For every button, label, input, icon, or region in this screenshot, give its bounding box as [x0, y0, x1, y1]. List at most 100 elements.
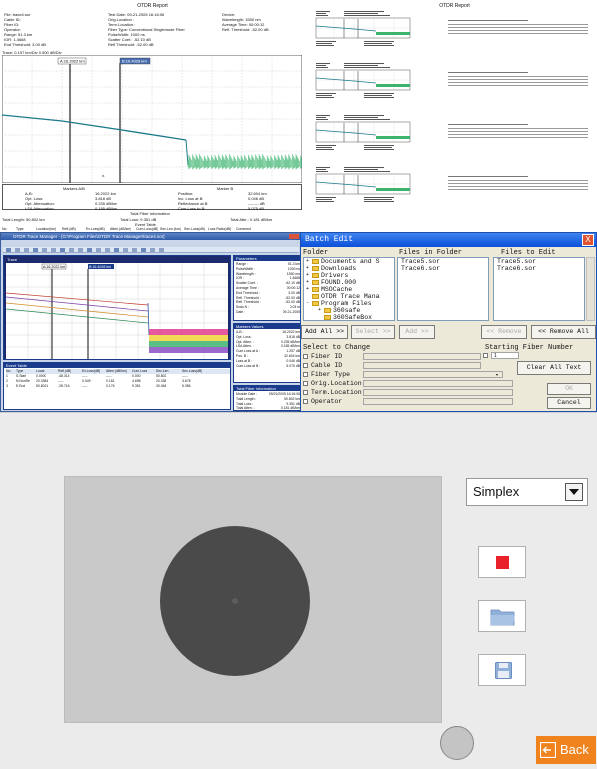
scrollbar[interactable] [586, 257, 595, 321]
toolbar-button-icon[interactable] [33, 248, 38, 252]
event-cell: 0.176 [106, 384, 115, 388]
toolbar-button-icon[interactable] [105, 248, 110, 252]
files-to-edit-label: Files to Edit [501, 249, 556, 257]
folder-tree-item[interactable]: 360SafeBox [304, 314, 394, 321]
folder-tree-item[interactable]: + FOUND.000 [304, 279, 394, 286]
dialog-close-icon[interactable]: X [582, 234, 594, 246]
tree-expander-icon[interactable]: + [306, 286, 311, 292]
edit-field-row: Term.Location [301, 388, 516, 397]
toolbar-button-icon[interactable] [69, 248, 74, 252]
mode-select[interactable]: Simplex [466, 478, 588, 506]
marker-row-label: Cum.Loss to B: [178, 206, 206, 211]
field-input[interactable] [363, 380, 513, 387]
tree-expander-icon[interactable]: + [306, 265, 311, 271]
toolbar-button-icon[interactable] [60, 248, 65, 252]
folder-tree-label: Drivers [321, 272, 349, 279]
add-button[interactable]: Add >> [399, 325, 435, 339]
files-in-folder-list[interactable]: Trace5.sor Trace6.sor [397, 257, 489, 321]
toolbar-button-icon[interactable] [150, 248, 155, 252]
event-cell: ----- [82, 384, 88, 388]
folder-tree-label: 360SafeBox [333, 314, 373, 321]
toolbar-button-icon[interactable] [114, 248, 119, 252]
folder-tree-item[interactable]: + Downloads [304, 265, 394, 272]
marker-row-label: LSA Attenuation: [25, 206, 55, 211]
file-list-item[interactable]: Trace6.sor [398, 265, 488, 272]
select-button[interactable]: Select >> [351, 325, 395, 339]
field-input[interactable] [363, 362, 481, 369]
folder-tree-item[interactable]: - Program Files [304, 300, 394, 307]
app-close-icon[interactable] [289, 234, 299, 239]
fiber-info-panel: Total Fiber Information Module Date :09/… [233, 385, 301, 415]
tree-expander-icon[interactable] [306, 293, 311, 298]
toolbar-button-icon[interactable] [87, 248, 92, 252]
toolbar-button-icon[interactable] [78, 248, 83, 252]
toolbar-button-icon[interactable] [123, 248, 128, 252]
summary-length: Total Length: 50.802 km [2, 217, 45, 222]
folder-tree-item[interactable]: + MSOCache [304, 286, 394, 293]
field-checkbox[interactable] [303, 399, 308, 404]
toolbar-button-icon[interactable] [51, 248, 56, 252]
field-input[interactable] [363, 353, 481, 360]
tree-expander-icon[interactable]: + [306, 258, 311, 264]
folder-tree-item[interactable]: OTDR Trace Mana [304, 293, 394, 300]
remove-all-button[interactable]: << Remove All [531, 325, 596, 339]
report-block-thumbnail [315, 167, 588, 202]
remove-button[interactable]: << Remove [481, 325, 527, 339]
toolbar-button-icon[interactable] [15, 248, 20, 252]
folder-tree-item[interactable]: + Documents and S [304, 258, 394, 265]
clear-all-text-button[interactable]: Clear All Text [517, 361, 591, 375]
files-in-folder-label: Files in Folder [399, 249, 463, 257]
folder-tree[interactable]: + Documents and S + Downloads + Drivers + FOUND… [303, 257, 395, 321]
dropdown-arrow-icon[interactable] [565, 483, 583, 501]
kv-row: Cum.Loss at B : 5.075 dB [236, 364, 300, 369]
field-input[interactable]: ▾ [363, 371, 503, 378]
field-checkbox[interactable] [303, 363, 308, 368]
field-checkbox[interactable] [303, 381, 308, 386]
toolbar-button-icon[interactable] [42, 248, 47, 252]
field-input[interactable] [363, 389, 513, 396]
folder-tree-label: FOUND.000 [321, 279, 357, 286]
toolbar-button-icon[interactable] [141, 248, 146, 252]
back-button[interactable]: Back [536, 736, 596, 764]
app-title-bar: OTDR Trace Manager - [G:\Program Files\O… [1, 233, 301, 240]
field-checkbox[interactable] [303, 354, 308, 359]
toolbar-button-icon[interactable] [159, 248, 164, 252]
open-folder-button[interactable] [478, 600, 526, 632]
table-row[interactable]: 3 E.End 50.8021 -28.716 ----- 0.176 9.351 30.46… [6, 384, 230, 389]
event-cell: 30.464 [156, 384, 167, 388]
record-button[interactable] [478, 546, 526, 578]
toolbar-button-icon[interactable] [24, 248, 29, 252]
tree-expander-icon[interactable]: - [306, 300, 311, 306]
field-checkbox[interactable] [303, 390, 308, 395]
tree-expander-icon[interactable]: + [306, 272, 311, 278]
folder-icon [312, 259, 319, 264]
marker-row: LSA Attenuation: 0.185 dB/km [25, 206, 145, 211]
file-list-item[interactable]: Trace6.sor [494, 265, 584, 272]
event-cell: 9.351 [132, 384, 141, 388]
file-list-item[interactable]: Trace5.sor [398, 258, 488, 265]
capture-circle-button[interactable] [440, 726, 474, 760]
folder-tree-label: OTDR Trace Mana [321, 293, 380, 300]
dropdown-arrow-icon[interactable]: ▾ [496, 373, 501, 377]
toolbar-button-icon[interactable] [96, 248, 101, 252]
tree-expander-icon[interactable] [318, 314, 323, 319]
toolbar-button-icon[interactable] [6, 248, 11, 252]
tree-expander-icon[interactable]: + [306, 279, 311, 285]
file-list-item[interactable]: Trace5.sor [494, 258, 584, 265]
field-input[interactable] [363, 398, 513, 405]
report-header-line: Refl Threshold: -52.00 dB [108, 42, 154, 47]
save-button[interactable] [478, 654, 526, 686]
cancel-button[interactable]: Cancel [547, 397, 591, 409]
folder-tree-item[interactable]: + Drivers [304, 272, 394, 279]
files-to-edit-list[interactable]: Trace5.sor Trace6.sor [493, 257, 585, 321]
trace-tab-label[interactable]: Trace [7, 257, 17, 262]
folder-icon [490, 609, 515, 626]
field-checkbox[interactable] [303, 372, 308, 377]
marker-row-value: 0.185 dB/km [95, 206, 118, 211]
folder-tree-item[interactable]: +360safe [304, 307, 394, 314]
add-all-button[interactable]: Add All >> [301, 325, 348, 339]
tree-expander-icon[interactable]: + [318, 307, 323, 313]
toolbar-button-icon[interactable] [132, 248, 137, 252]
fiber-core-image [232, 598, 238, 604]
ok-button[interactable]: OK [547, 383, 591, 395]
